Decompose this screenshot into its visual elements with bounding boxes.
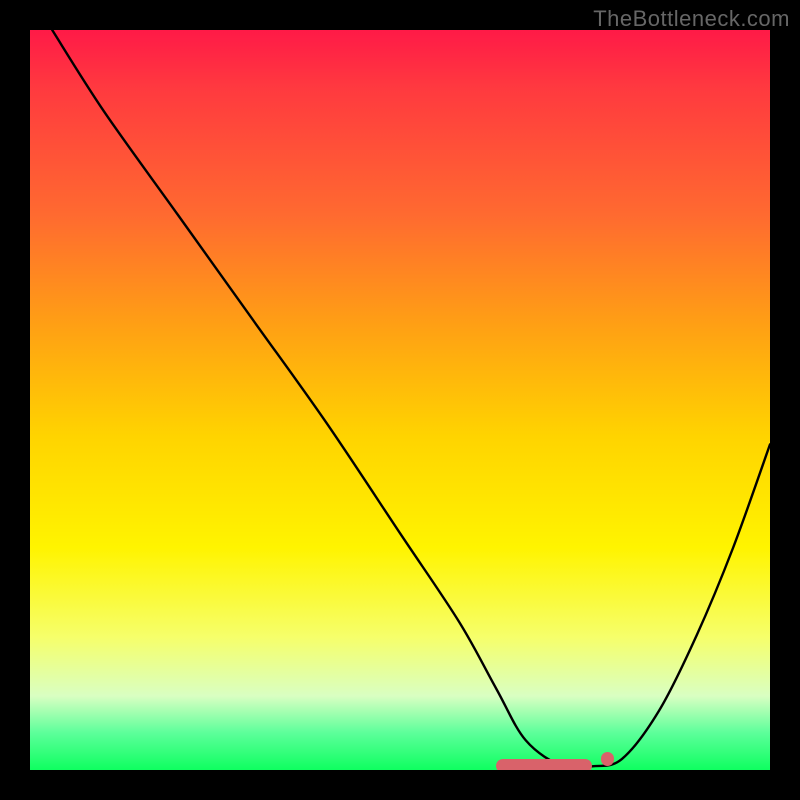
optimal-band-marker	[496, 759, 592, 770]
chart-frame: TheBottleneck.com	[0, 0, 800, 800]
plot-area	[30, 30, 770, 770]
optimal-dot-marker	[601, 752, 614, 765]
bottleneck-curve	[30, 30, 770, 770]
watermark: TheBottleneck.com	[593, 6, 790, 32]
